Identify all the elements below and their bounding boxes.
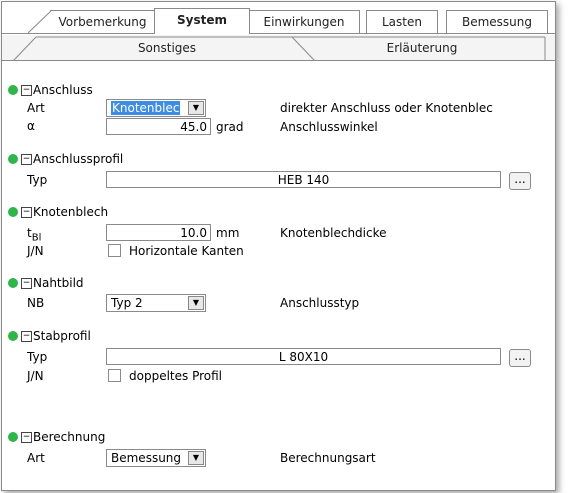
browse-button[interactable]: ... <box>509 172 531 190</box>
art-label: Art <box>27 451 45 465</box>
jn-label: J/N <box>27 244 44 258</box>
t-description: Knotenblechdicke <box>280 226 387 240</box>
minus-box-icon[interactable]: − <box>21 278 32 289</box>
typ-label: Typ <box>27 173 48 187</box>
jn-label: J/N <box>27 369 44 383</box>
minus-box-icon[interactable]: − <box>21 154 32 165</box>
sub-tab-divider <box>2 60 555 61</box>
tab-separators <box>13 36 546 61</box>
section-title: Berechnung <box>33 430 106 444</box>
tab-slant-edge <box>28 9 53 34</box>
status-dot-icon <box>8 207 18 217</box>
tab-row-main: Vorbemerkung System Einwirkungen Lasten … <box>2 8 555 34</box>
alpha-label: α <box>27 119 35 133</box>
section-title: Stabprofil <box>33 329 91 343</box>
alpha-unit: grad <box>216 120 244 134</box>
minus-box-icon[interactable]: − <box>21 207 32 218</box>
t-input[interactable]: 10.0 <box>106 224 211 241</box>
tab-row-divider <box>2 33 555 34</box>
horizontale-kanten-label: Horizontale Kanten <box>129 244 244 258</box>
nb-label: NB <box>27 296 45 310</box>
horizontale-kanten-checkbox[interactable] <box>108 244 121 257</box>
chevron-down-icon[interactable]: ▼ <box>188 451 204 465</box>
section-title: Anschluss <box>33 83 93 97</box>
section-title: Anschlussprofil <box>33 152 124 166</box>
tab-lasten[interactable]: Lasten <box>366 10 438 33</box>
status-dot-icon <box>8 278 18 288</box>
tab-einwirkungen[interactable]: Einwirkungen <box>248 10 360 33</box>
alpha-description: Anschlusswinkel <box>280 120 378 134</box>
berechnung-art-select[interactable]: Bemessung ▼ <box>106 449 206 467</box>
tab-row-sub: Sonstiges Erläuterung <box>2 35 555 61</box>
tab-system[interactable]: System <box>154 8 250 34</box>
status-dot-icon <box>8 154 18 164</box>
status-dot-icon <box>8 331 18 341</box>
stabprofil-typ-field[interactable]: L 80X10 <box>106 348 501 365</box>
minus-box-icon[interactable]: − <box>21 85 32 96</box>
doppeltes-profil-checkbox[interactable] <box>108 369 121 382</box>
typ-label: Typ <box>27 350 48 364</box>
alpha-input[interactable]: 45.0 <box>106 118 211 135</box>
t-label: tBl <box>27 226 42 244</box>
art-label: Art <box>27 101 45 115</box>
chevron-down-icon[interactable]: ▼ <box>188 101 204 115</box>
minus-box-icon[interactable]: − <box>21 331 32 342</box>
art-description: Berechnungsart <box>280 451 376 465</box>
browse-button[interactable]: ... <box>509 349 531 367</box>
section-title: Nahtbild <box>33 276 84 290</box>
property-panel: Vorbemerkung System Einwirkungen Lasten … <box>1 1 556 491</box>
status-dot-icon <box>8 85 18 95</box>
art-description: direkter Anschluss oder Knotenblec <box>280 101 493 115</box>
anschlussprofil-typ-field[interactable]: HEB 140 <box>106 171 501 188</box>
nb-description: Anschlusstyp <box>280 296 360 310</box>
properties-content: − Anschluss Art Knotenblec ▼ direkter An… <box>2 62 555 489</box>
t-unit: mm <box>216 226 240 240</box>
anschluss-art-select[interactable]: Knotenblec ▼ <box>106 99 206 117</box>
doppeltes-profil-label: doppeltes Profil <box>129 369 222 383</box>
section-title: Knotenblech <box>33 205 109 219</box>
nahtbild-select[interactable]: Typ 2 ▼ <box>106 294 206 312</box>
chevron-down-icon[interactable]: ▼ <box>188 296 204 310</box>
minus-box-icon[interactable]: − <box>21 432 32 443</box>
status-dot-icon <box>8 432 18 442</box>
tab-bemessung[interactable]: Bemessung <box>446 10 548 33</box>
